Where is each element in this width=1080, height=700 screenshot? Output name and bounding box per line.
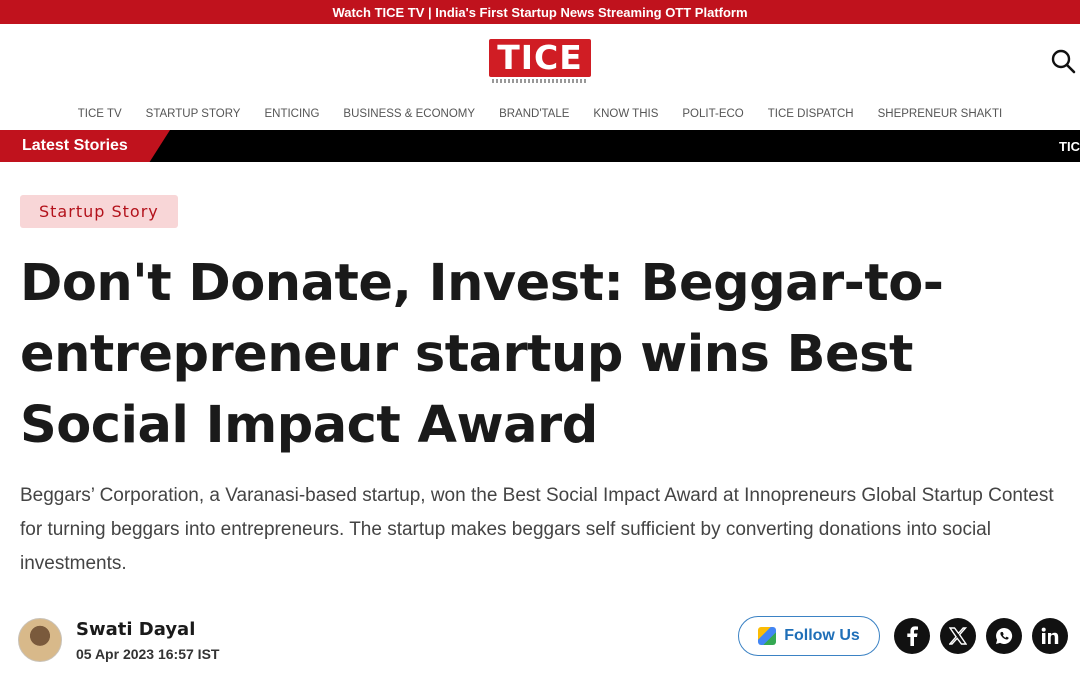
linkedin-icon[interactable]: [1032, 618, 1068, 654]
publish-date: 05 Apr 2023 16:57 IST: [76, 645, 220, 662]
top-banner-text[interactable]: Watch TICE TV | India's First Startup Ne…: [332, 5, 747, 20]
facebook-icon[interactable]: [894, 618, 930, 654]
follow-us-label: Follow Us: [784, 627, 860, 644]
article: Startup Story Don't Donate, Invest: Begg…: [0, 162, 1080, 581]
ticker-label: Latest Stories: [0, 130, 170, 162]
nav-item-tice-tv[interactable]: TICE TV: [66, 108, 134, 120]
google-news-icon: [758, 627, 777, 645]
nav-item-polit-eco[interactable]: POLIT-ECO: [670, 108, 755, 120]
nav-item-business-economy[interactable]: BUSINESS & ECONOMY: [331, 108, 487, 120]
author-byline: Swati Dayal 05 Apr 2023 16:57 IST: [18, 618, 219, 662]
author-name[interactable]: Swati Dayal: [76, 619, 219, 640]
ticker-headline[interactable]: TIC: [1059, 139, 1080, 154]
site-header: TICE: [0, 24, 1080, 98]
nav-item-tice-dispatch[interactable]: TICE DISPATCH: [756, 108, 866, 120]
follow-us-button[interactable]: Follow Us: [738, 616, 880, 656]
logo-tagline: [492, 79, 588, 83]
x-icon[interactable]: [940, 618, 976, 654]
category-badge[interactable]: Startup Story: [20, 195, 178, 228]
whatsapp-icon[interactable]: [986, 618, 1022, 654]
article-headline: Don't Donate, Invest: Beggar-to-entrepre…: [20, 254, 944, 455]
nav-item-shepreneur-shakti[interactable]: SHEPRENEUR SHAKTI: [866, 108, 1015, 120]
nav-item-know-this[interactable]: KNOW THIS: [581, 108, 670, 120]
top-banner[interactable]: Watch TICE TV | India's First Startup Ne…: [0, 0, 1080, 24]
author-info: Swati Dayal 05 Apr 2023 16:57 IST: [76, 619, 219, 662]
article-summary: Beggars’ Corporation, a Varanasi-based s…: [20, 485, 1054, 574]
author-avatar[interactable]: [18, 618, 62, 662]
share-bar: Follow Us: [738, 616, 1068, 656]
tice-logo[interactable]: TICE: [489, 38, 591, 84]
nav-item-brandtale[interactable]: BRAND'TALE: [487, 108, 581, 120]
main-nav: TICE TV STARTUP STORY ENTICING BUSINESS …: [0, 98, 1080, 130]
nav-item-enticing[interactable]: ENTICING: [252, 108, 331, 120]
search-icon[interactable]: [1050, 48, 1076, 74]
latest-stories-ticker: Latest Stories TIC: [0, 130, 1080, 162]
logo-text: TICE: [489, 39, 591, 77]
nav-item-startup-story[interactable]: STARTUP STORY: [134, 108, 253, 120]
